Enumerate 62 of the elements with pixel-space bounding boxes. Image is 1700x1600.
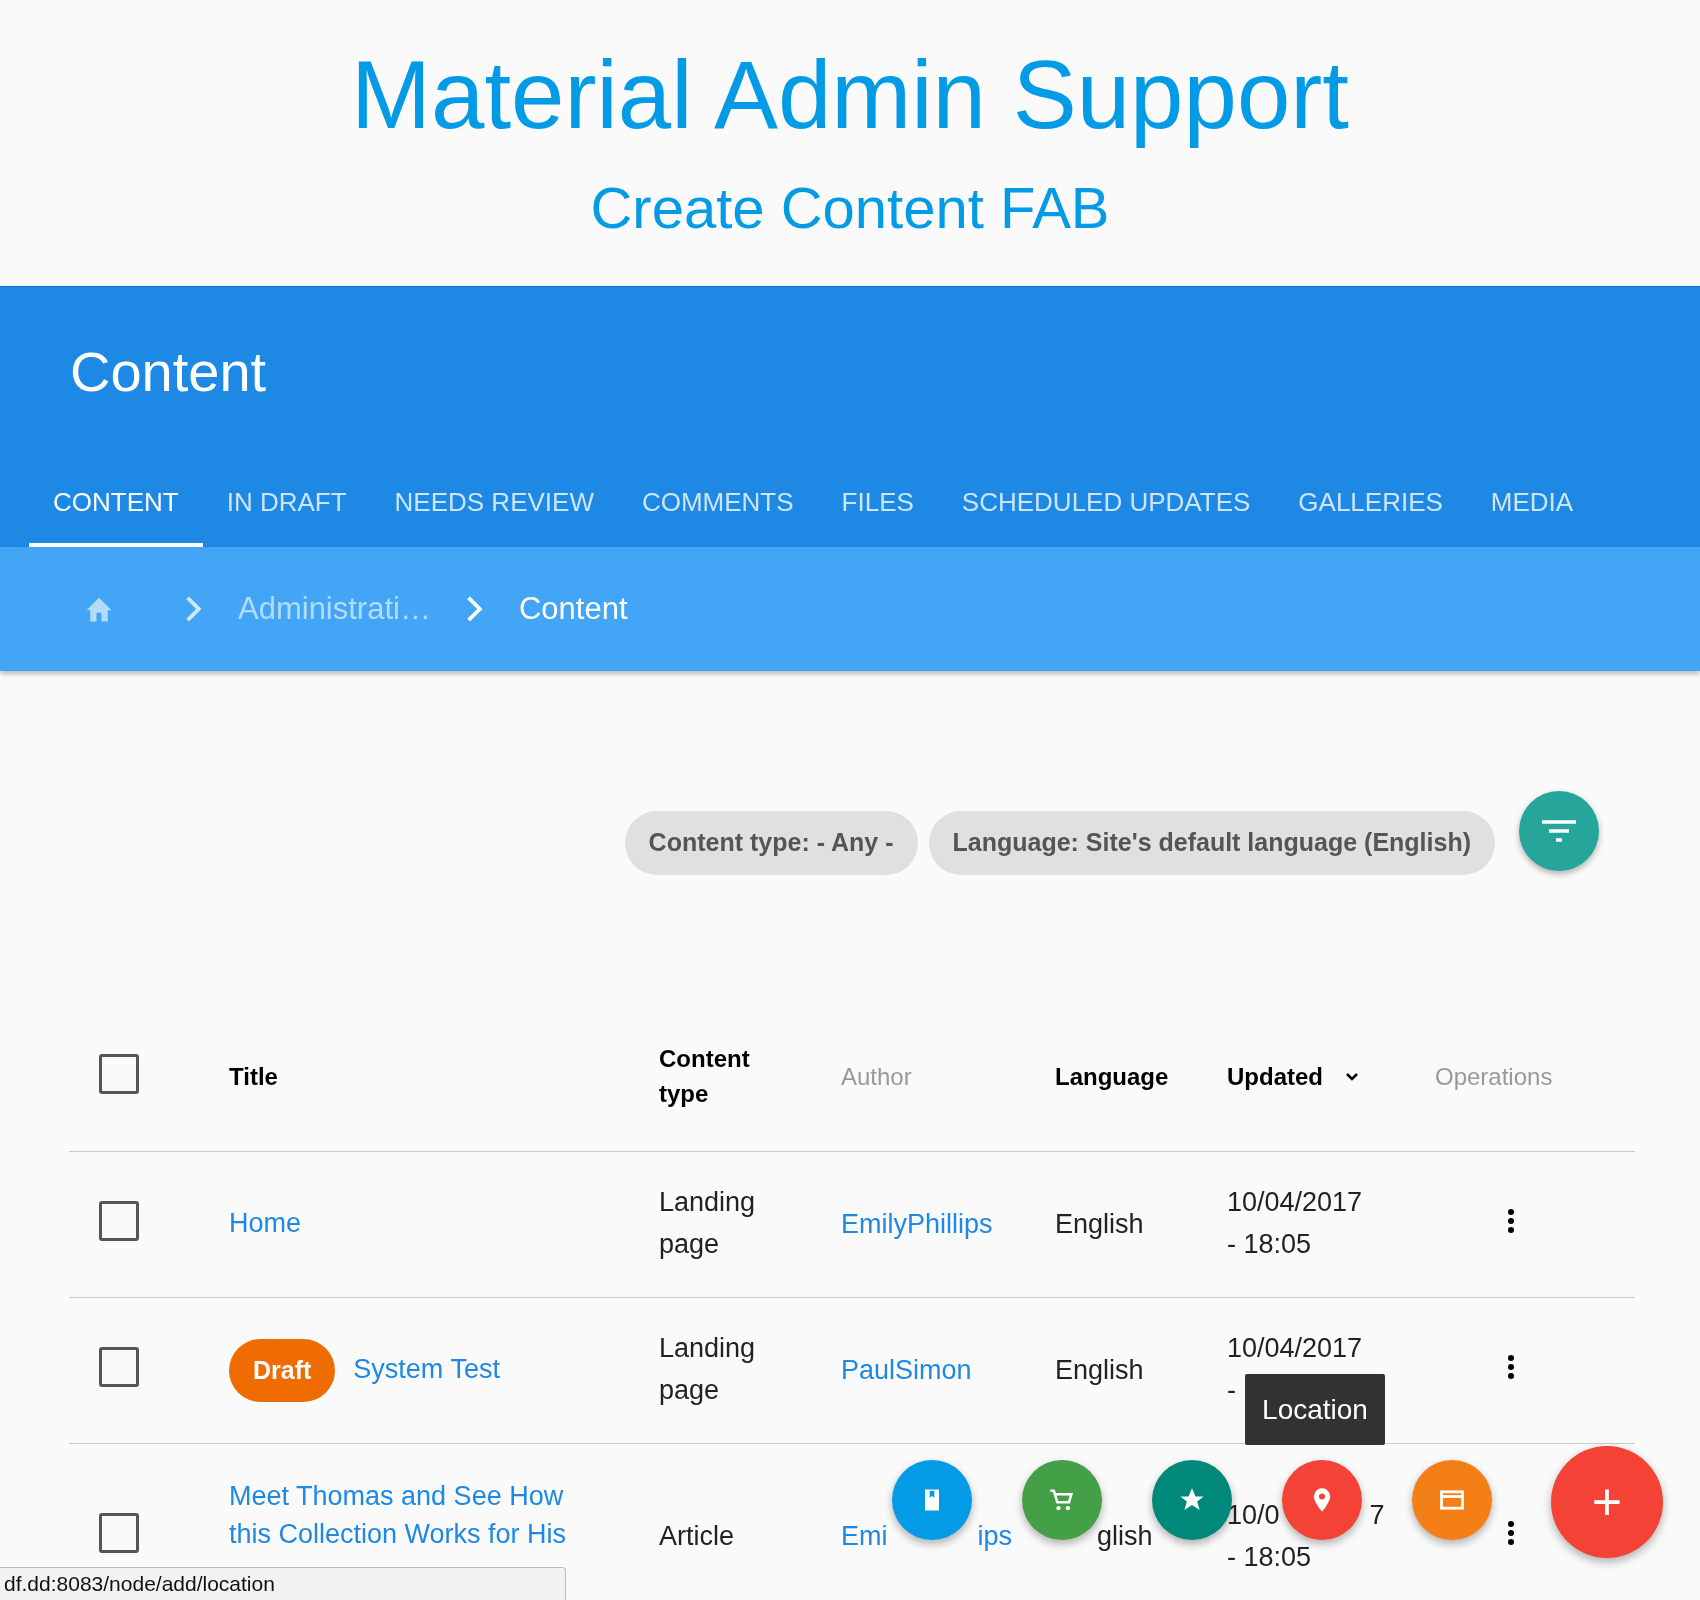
checkbox[interactable] (99, 1513, 139, 1554)
more-vertical-icon (1507, 1353, 1515, 1380)
table-cell-text: Article (659, 1519, 735, 1553)
checkbox[interactable] (99, 1346, 139, 1387)
tab[interactable]: MEDIA (1466, 468, 1598, 547)
table-cell-text: Landing page (659, 1332, 757, 1408)
column-header: Author (841, 1062, 912, 1090)
more-options-button[interactable] (1507, 1520, 1515, 1547)
more-options-button[interactable] (1507, 1207, 1515, 1234)
fab-button[interactable] (1412, 1460, 1492, 1540)
filter-icon (1542, 818, 1576, 843)
chevron-right-icon (186, 595, 202, 622)
author-link[interactable]: Emi (841, 1521, 888, 1552)
column-header[interactable]: Content type (659, 1041, 759, 1112)
tab[interactable]: SCHEDULED UPDATES (937, 468, 1275, 547)
create-content-button[interactable]: + (1551, 1446, 1663, 1558)
checkbox[interactable] (99, 1053, 139, 1094)
status-url: df.dd:8083/node/add/location (4, 1572, 275, 1596)
date-text: - 18:05 (1227, 1541, 1312, 1572)
date-text: 10/04/2017 (1227, 1333, 1363, 1364)
author-link[interactable]: EmilyPhillips (841, 1208, 993, 1239)
language-text: English (1055, 1354, 1144, 1385)
title-link[interactable]: System Test (353, 1351, 500, 1389)
column-header: Operations (1435, 1062, 1553, 1090)
breadcrumb-link[interactable]: Administrati… (238, 590, 431, 627)
section-title: Content (69, 338, 268, 405)
language-text: glish (1097, 1521, 1153, 1552)
fab-button[interactable] (1282, 1460, 1362, 1540)
tab[interactable]: NEEDS REVIEW (370, 468, 618, 547)
date-text: - 18:05 (1227, 1229, 1312, 1260)
column-header[interactable]: Updated (1227, 1062, 1323, 1091)
more-vertical-icon (1507, 1520, 1515, 1547)
date-text: 10/04/2017 (1227, 1187, 1363, 1218)
title-link[interactable]: Home (229, 1205, 302, 1243)
language-text: English (1055, 1208, 1144, 1239)
table-cell-text: Landing page (659, 1186, 757, 1262)
more-options-button[interactable] (1507, 1353, 1515, 1380)
author-link[interactable]: PaulSimon (841, 1354, 972, 1385)
tab[interactable]: FILES (817, 468, 938, 547)
filter-chip[interactable]: Content type: - Any - (624, 810, 918, 875)
author-link[interactable]: ips (977, 1521, 1012, 1552)
page-header-title: Material Admin Support (350, 42, 1350, 148)
tab[interactable]: COMMENTS (617, 468, 818, 547)
tooltip: Location (1245, 1374, 1385, 1445)
chevron-right-icon (466, 595, 483, 622)
sort-caret-icon (1345, 1071, 1359, 1082)
filter-button[interactable] (1519, 790, 1599, 871)
more-vertical-icon (1507, 1207, 1515, 1234)
draft-badge: Draft (229, 1338, 336, 1402)
date-text: 10/0 (1227, 1499, 1280, 1530)
date-text: 7 (1369, 1499, 1385, 1530)
checkbox[interactable] (99, 1200, 139, 1241)
tab[interactable]: IN DRAFT (202, 468, 371, 547)
page-header-subtitle: Create Content FAB (589, 173, 1111, 241)
date-text: - (1227, 1375, 1236, 1406)
column-header[interactable]: Title (229, 1062, 278, 1090)
column-header[interactable]: Language (1055, 1062, 1169, 1090)
filter-chip[interactable]: Language: Site's default language (English) (928, 810, 1495, 875)
title-link[interactable]: Meet Thomas and See How this Collection Works for His (229, 1477, 579, 1554)
fab-button[interactable] (892, 1460, 972, 1540)
breadcrumb-link[interactable]: Content (518, 590, 628, 627)
tab[interactable]: GALLERIES (1274, 468, 1467, 547)
